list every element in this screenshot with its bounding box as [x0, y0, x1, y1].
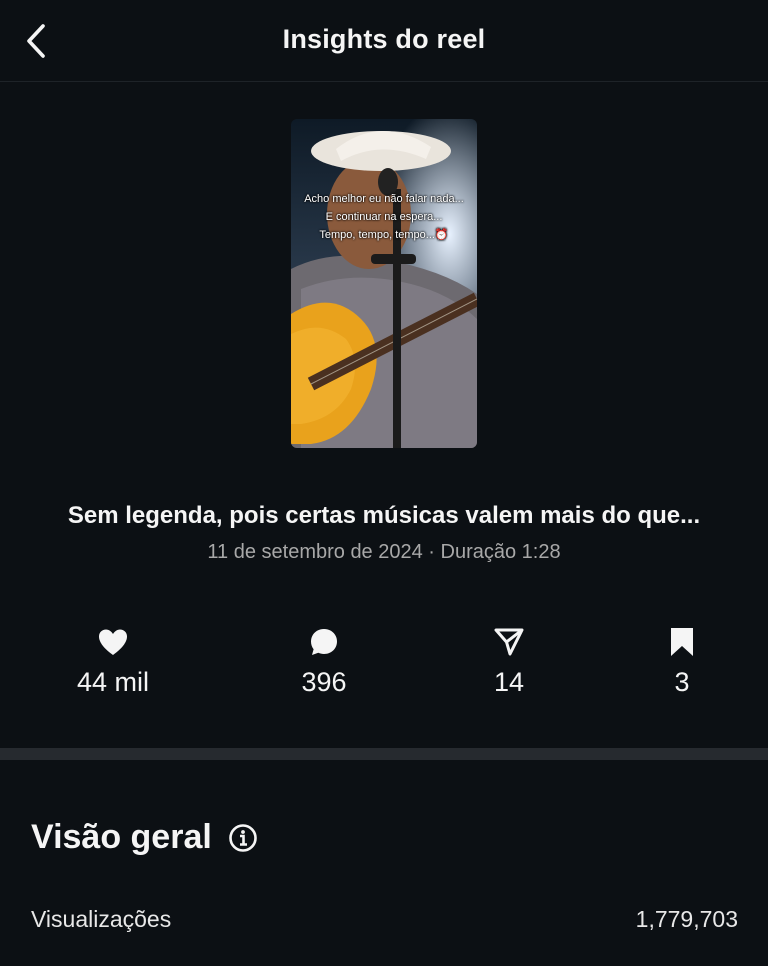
shares-count: 14 [493, 667, 525, 697]
reel-meta: 11 de setembro de 2024 · Duração 1:28 [207, 541, 561, 563]
bookmark-icon [671, 628, 693, 656]
views-label: Visualizações [31, 906, 172, 932]
saves-stat[interactable]: 3 [602, 625, 762, 698]
likes-stat[interactable]: 44 mil [33, 625, 193, 698]
overview-title: Visão geral [31, 818, 212, 856]
top-bar: Insights do reel [0, 0, 768, 82]
send-icon [494, 628, 524, 656]
likes-count: 44 mil [76, 667, 150, 697]
comment-icon [311, 629, 337, 655]
overview-section-title: Visão geral [31, 818, 258, 857]
shares-stat[interactable]: 14 [429, 625, 589, 698]
reel-caption: Sem legenda, pois certas músicas valem m… [67, 502, 701, 529]
saves-count: 3 [674, 667, 690, 697]
reel-thumbnail[interactable]: Acho melhor eu não falar nada... E conti… [291, 119, 477, 448]
overlay-line: Acho melhor eu não falar nada... [304, 193, 464, 205]
info-icon[interactable] [228, 823, 258, 853]
section-divider [0, 748, 768, 760]
overlay-line: E continuar na espera... [325, 211, 443, 223]
comments-stat[interactable]: 396 [244, 625, 404, 698]
page-title: Insights do reel [282, 24, 486, 54]
comments-count: 396 [301, 667, 347, 697]
overlay-line: Tempo, tempo, tempo...⏰ [319, 229, 449, 241]
heart-icon [99, 629, 127, 655]
views-value: 1,779,703 [635, 906, 738, 932]
